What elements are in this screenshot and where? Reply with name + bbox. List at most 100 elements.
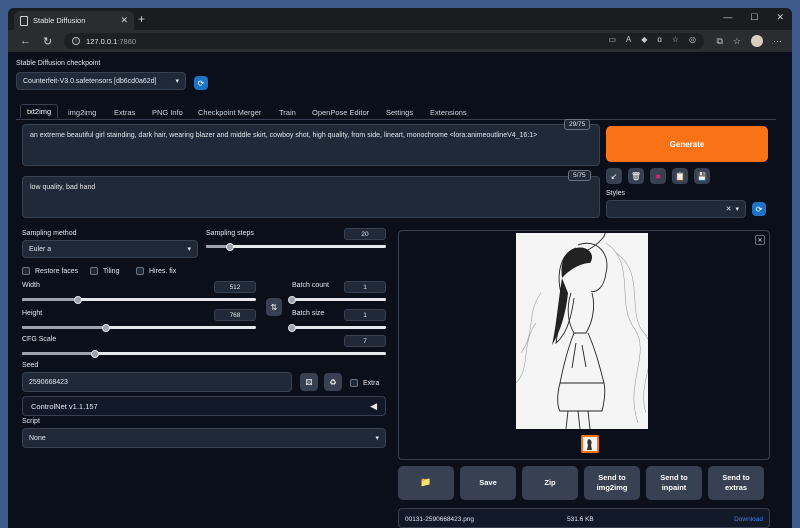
slider-knob[interactable] [288,295,296,304]
styles-dropdown[interactable]: ✕ ▾ [606,200,746,218]
reuse-seed-button[interactable]: ♻ [324,373,342,391]
open-folder-button[interactable]: 📁 [398,466,454,500]
close-gallery-icon[interactable]: ✕ [755,235,765,245]
script-dropdown[interactable]: None ▾ [22,428,386,448]
sampling-steps-input[interactable]: 20 [344,228,386,240]
restore-faces-checkbox[interactable]: Restore faces [22,267,78,275]
clear-icon[interactable]: ✕ [726,205,732,213]
slider-knob[interactable] [90,349,99,358]
save-button[interactable]: Save [460,466,516,500]
tab-extras[interactable]: Extras [114,108,135,117]
sampling-steps-slider[interactable] [206,242,386,251]
generated-image[interactable] [515,230,651,430]
send-to-extras-button[interactable]: Send to extras [708,466,764,500]
back-icon[interactable]: ← [20,35,31,47]
avatar[interactable] [751,35,763,47]
close-tab-icon[interactable]: ✕ [120,15,128,26]
batch-size-slider[interactable] [288,323,386,332]
tab-img2img[interactable]: img2img [68,108,96,117]
new-tab-icon[interactable]: + [138,12,145,26]
width-slider[interactable] [22,295,256,304]
app-available-icon[interactable]: ▭ [608,35,616,44]
save-style-button[interactable]: 💾 [694,168,710,184]
gallery-thumbnail[interactable] [581,435,599,453]
reload-icon[interactable]: ↻ [43,35,52,48]
prompt-token-counter: 29/75 [564,119,591,130]
minimize-icon[interactable]: — [723,12,732,23]
tab-png-info[interactable]: PNG Info [152,108,183,117]
batch-count-slider[interactable] [288,295,386,304]
checkbox-box[interactable] [90,267,98,275]
sampling-method-dropdown[interactable]: Euler a ▾ [22,240,198,258]
slider-knob[interactable] [74,295,83,304]
tab-train[interactable]: Train [279,108,296,117]
slider-fill [22,298,79,301]
send-to-img2img-button[interactable]: Send to img2img [584,466,640,500]
refresh-styles-button[interactable]: ⟳ [752,202,766,216]
sync-icon[interactable]: ◎ [689,35,696,44]
tab-txt2img[interactable]: txt2img [20,104,59,118]
checkpoint-dropdown[interactable]: Counterfeit-V3.0.safetensors [db6cd0a62d… [16,72,186,90]
send-extras-label: Send to extras [722,473,750,492]
extra-seed-checkbox[interactable]: Extra [350,379,379,387]
tab-extensions[interactable]: Extensions [430,108,467,117]
download-link[interactable]: Download [734,516,763,523]
height-slider[interactable] [22,323,256,332]
hires-fix-label: Hires. fix [149,267,177,275]
translate-icon[interactable]: ɑ [657,35,661,44]
collapse-triangle-icon[interactable]: ◀ [370,401,377,412]
tiling-checkbox[interactable]: Tiling [90,267,119,275]
checkbox-box[interactable] [350,379,358,387]
batch-size-input[interactable]: 1 [344,309,386,321]
read-aloud-icon[interactable]: A [626,35,631,44]
checkbox-box[interactable] [136,267,144,275]
cfg-scale-slider[interactable] [22,349,386,358]
batch-size-label: Batch size [292,310,325,317]
seed-input[interactable]: 2590668423 [22,372,292,392]
width-input[interactable]: 512 [214,281,256,293]
browser-tab[interactable]: Stable Diffusion ✕ [14,11,134,30]
restore-faces-label: Restore faces [35,267,79,275]
apply-style-button[interactable]: 📋 [672,168,688,184]
info-icon[interactable]: i [72,37,80,45]
clear-prompt-button[interactable]: 🗑 [628,168,644,184]
hires-fix-checkbox[interactable]: Hires. fix [136,267,176,275]
favorite-icon[interactable]: ☆ [672,35,679,44]
url-bar[interactable]: i 127.0.0.1:7860 ▭ A ◆ ɑ ☆ ◎ [64,33,704,49]
negative-prompt-input[interactable] [22,176,600,218]
slider-knob[interactable] [288,323,296,332]
controlnet-accordion[interactable]: ControlNet v1.1.157 ◀ [22,396,386,416]
extension-icon[interactable]: ◆ [641,35,647,44]
favorites-bar-icon[interactable]: ☆ [733,36,741,47]
close-window-icon[interactable]: ✕ [776,12,784,23]
batch-count-input[interactable]: 1 [344,281,386,293]
trash-icon: 🗑 [630,171,642,181]
slider-knob[interactable] [102,323,111,332]
script-label: Script [22,418,40,425]
collections-icon[interactable]: ⧉ [716,36,722,47]
tab-checkpoint-merger[interactable]: Checkpoint Merger [198,108,261,117]
maximize-icon[interactable]: ☐ [750,12,758,23]
refresh-checkpoint-button[interactable]: ⟳ [194,76,208,90]
extra-networks-button[interactable]: ■ [650,168,666,184]
swap-icon: ⇅ [270,302,278,312]
tab-settings[interactable]: Settings [386,108,413,117]
swap-dimensions-button[interactable]: ⇅ [266,298,282,316]
checkbox-box[interactable] [22,267,30,275]
file-size: 531.6 KB [567,516,594,523]
prompt-input[interactable] [22,124,600,166]
styles-label: Styles [606,190,626,197]
zip-button[interactable]: Zip [522,466,578,500]
send-to-inpaint-button[interactable]: Send to inpaint [646,466,702,500]
more-menu-icon[interactable]: ⋯ [773,36,782,47]
read-params-button[interactable]: ↙ [606,168,622,184]
cfg-scale-input[interactable]: 7 [344,335,386,347]
height-input[interactable]: 768 [214,309,256,321]
slider-knob[interactable] [225,242,234,251]
random-seed-button[interactable]: ⚄ [300,373,318,391]
chevron-down-icon: ▾ [187,246,191,253]
tab-openpose-editor[interactable]: OpenPose Editor [312,108,369,117]
controlnet-label: ControlNet v1.1.157 [31,401,98,411]
generate-button[interactable]: Generate [606,126,768,162]
file-name: 00131-2590668423.png [405,516,475,523]
